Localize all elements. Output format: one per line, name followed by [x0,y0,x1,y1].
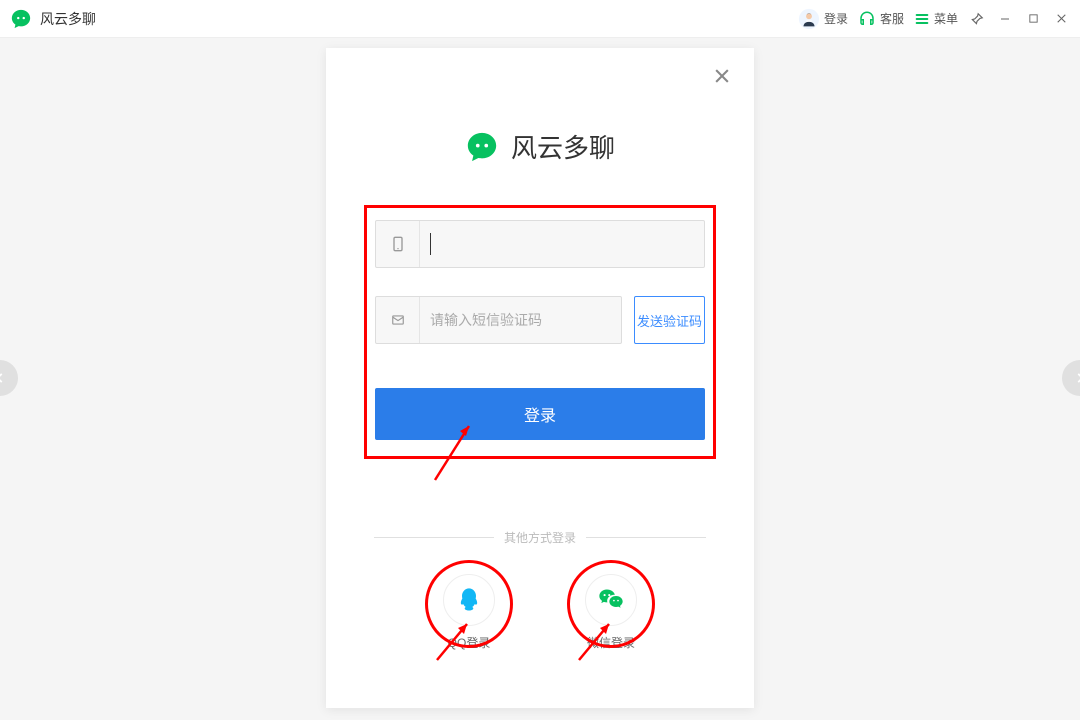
dialog-title: 风云多聊 [511,128,615,165]
other-login-section: 其他方式登录 QQ登录 [326,529,754,651]
chevron-left-icon [0,371,7,385]
dialog-close-button[interactable] [712,66,736,90]
headset-icon [858,10,876,28]
phone-icon [376,221,420,267]
pin-button[interactable] [968,10,986,28]
sms-code-input[interactable] [420,297,621,343]
divider: 其他方式登录 [326,529,754,546]
titlebar-support-label: 客服 [880,10,904,27]
chevron-right-icon [1073,371,1080,385]
avatar-icon [798,8,820,30]
login-dialog: 风云多聊 发送验证码 登录 其他方式登录 [326,48,754,708]
close-icon [1055,12,1068,25]
minimize-button[interactable] [996,10,1014,28]
other-login-label: 其他方式登录 [504,529,576,546]
menu-icon [914,11,930,27]
carousel-prev[interactable] [0,360,18,396]
titlebar-left: 风云多聊 [10,8,96,30]
login-form-highlight: 发送验证码 登录 [364,205,716,459]
titlebar-support[interactable]: 客服 [858,10,904,28]
social-row: QQ登录 微信登录 [326,574,754,651]
maximize-icon [1028,13,1039,24]
wechat-label: 微信登录 [587,634,635,651]
titlebar-menu-label: 菜单 [934,10,958,27]
envelope-icon [376,297,420,343]
app-logo-icon [10,8,32,30]
maximize-button[interactable] [1024,10,1042,28]
carousel-next[interactable] [1062,360,1080,396]
sms-row: 发送验证码 [375,296,705,344]
close-icon [712,66,732,86]
minimize-icon [999,13,1011,25]
titlebar: 风云多聊 登录 客服 菜单 [0,0,1080,38]
titlebar-right: 登录 客服 菜单 [798,8,1070,30]
app-logo-icon [465,130,499,164]
phone-input[interactable] [431,221,704,267]
titlebar-login-label: 登录 [824,10,848,27]
dialog-header: 风云多聊 [326,128,754,165]
login-button[interactable]: 登录 [375,388,705,440]
qq-label: QQ登录 [448,634,491,651]
qq-login-button[interactable]: QQ登录 [443,574,495,651]
qq-icon [455,585,483,615]
pin-icon [970,12,984,26]
titlebar-menu[interactable]: 菜单 [914,10,958,27]
wechat-login-button[interactable]: 微信登录 [585,574,637,651]
titlebar-login[interactable]: 登录 [798,8,848,30]
app-name: 风云多聊 [40,9,96,29]
phone-input-row [375,220,705,268]
wechat-icon [595,586,627,614]
send-code-button[interactable]: 发送验证码 [634,296,705,344]
close-window-button[interactable] [1052,10,1070,28]
